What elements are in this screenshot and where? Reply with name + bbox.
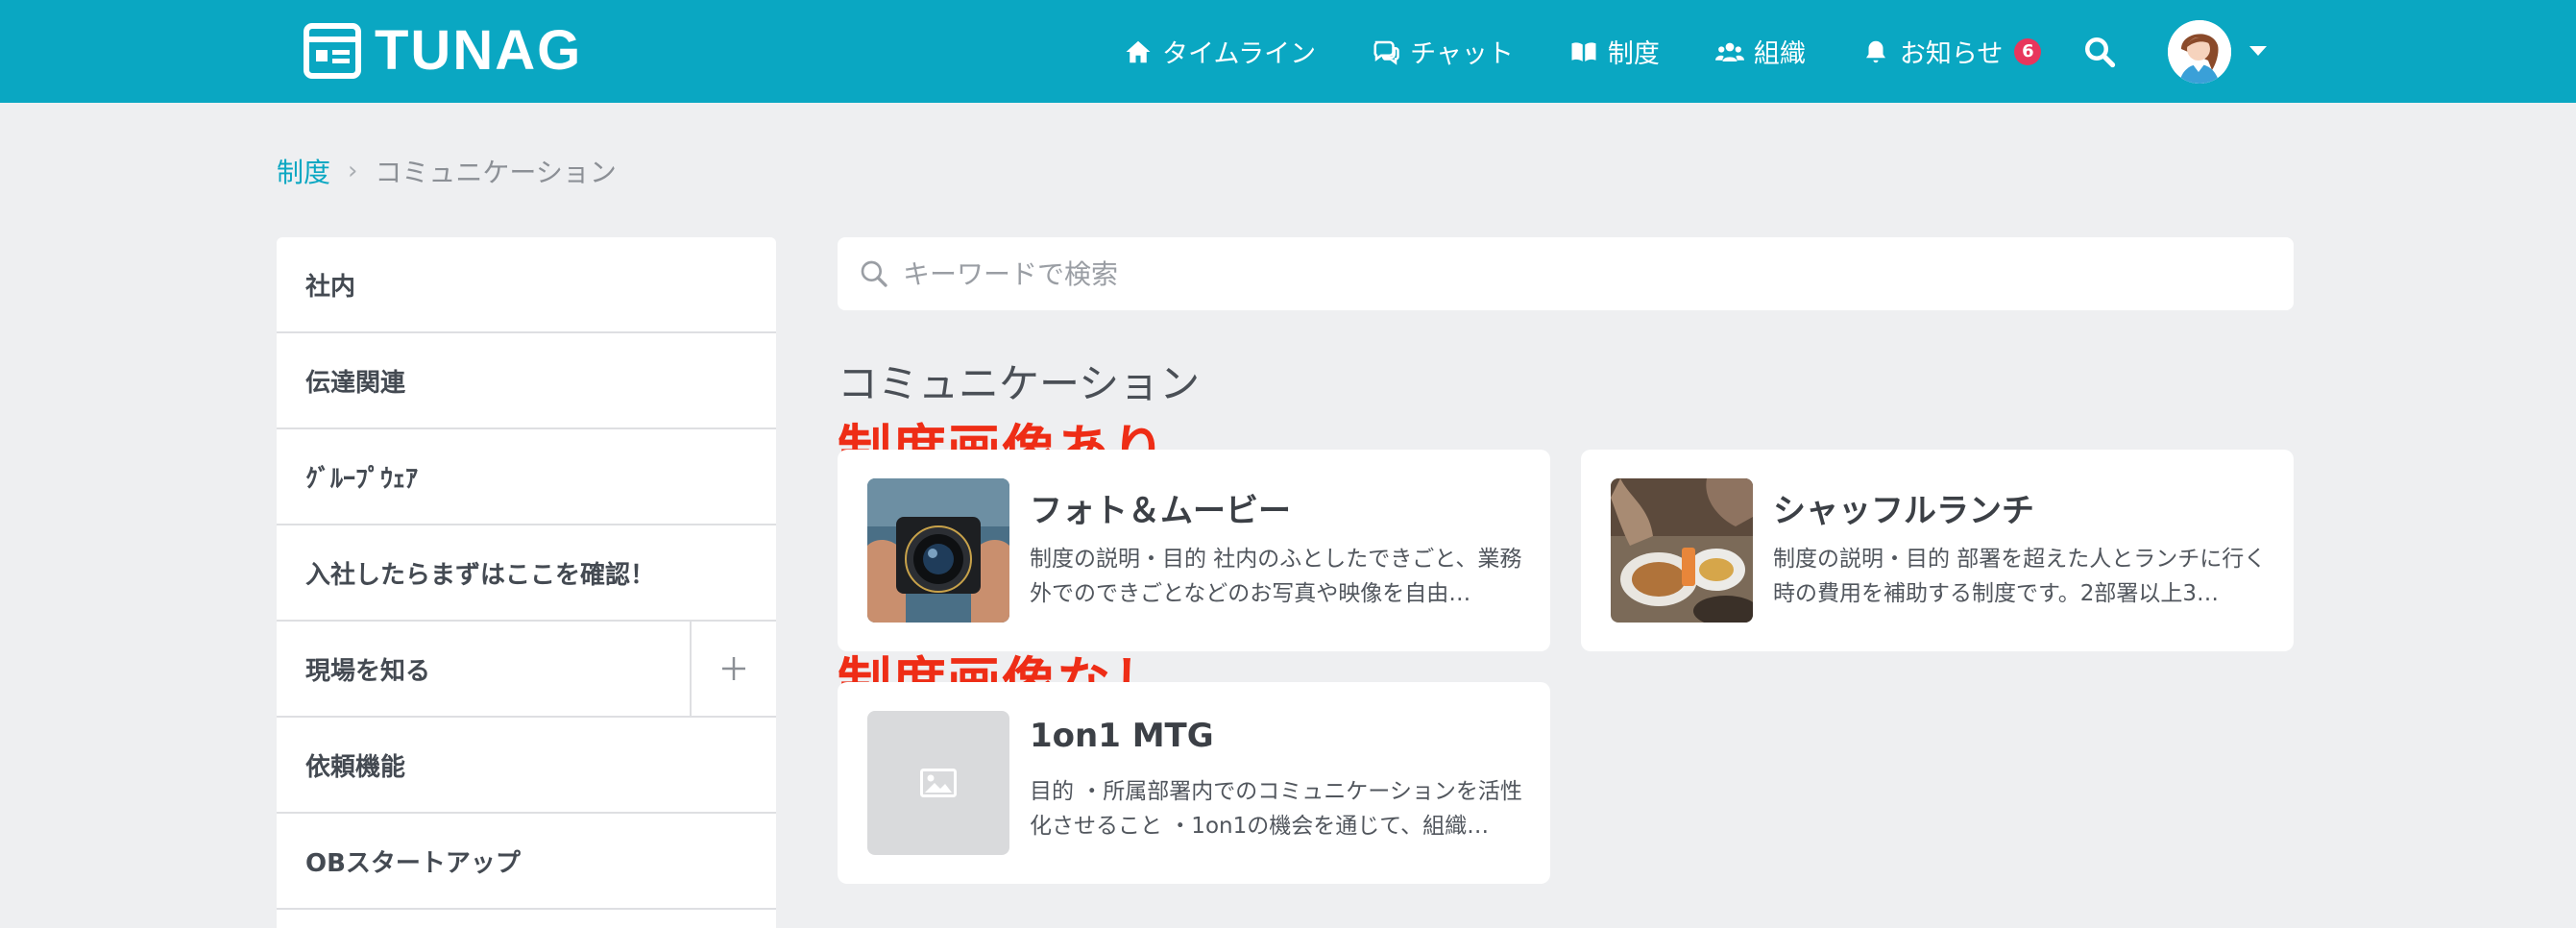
system-card[interactable]: シャッフルランチ 制度の説明・目的 部署を超えた人とランチに行く時の費用を補助す… bbox=[1581, 450, 2294, 651]
sidebar-item-company[interactable]: 社内 bbox=[277, 237, 776, 333]
breadcrumb-current: コミュニケーション bbox=[375, 157, 617, 188]
search-icon[interactable] bbox=[2082, 35, 2117, 69]
category-sidebar: 社内 伝達関連 ｸﾞﾙｰﾌﾟｳｪｱ 入社したらまずはここを確認！ 現場を知る 依… bbox=[277, 237, 776, 928]
sidebar-item-know-the-field[interactable]: 現場を知る bbox=[277, 622, 776, 718]
sidebar-item-label: 依頼機能 bbox=[305, 752, 406, 782]
sidebar-item-label: 現場を知る bbox=[305, 656, 431, 686]
nav-chat-label: チャット bbox=[1410, 39, 1514, 69]
card-title: シャッフルランチ bbox=[1773, 492, 2034, 530]
nav-timeline-label: タイムライン bbox=[1162, 39, 1317, 69]
sidebar-item-request[interactable]: 依頼機能 bbox=[277, 718, 776, 814]
logo-mark-icon bbox=[304, 23, 361, 79]
tunag-logo[interactable]: TUNAG bbox=[304, 21, 582, 81]
nav-notifications[interactable]: お知らせ 6 bbox=[1861, 33, 2042, 70]
nav-notifications-label: お知らせ bbox=[1899, 39, 2004, 69]
nav-organization-label: 組織 bbox=[1753, 39, 1806, 69]
breadcrumb: 制度 › コミュニケーション bbox=[277, 152, 617, 190]
breadcrumb-parent-link[interactable]: 制度 bbox=[277, 152, 330, 190]
users-icon bbox=[1714, 42, 1744, 61]
home-icon bbox=[1126, 40, 1151, 62]
chevron-down-icon[interactable] bbox=[2248, 44, 2269, 58]
logo-text: TUNAG bbox=[375, 19, 583, 82]
notification-badge: 6 bbox=[2014, 37, 2042, 65]
expand-button[interactable] bbox=[690, 622, 776, 716]
nav-system[interactable]: 制度 bbox=[1569, 33, 1660, 70]
chat-icon bbox=[1373, 40, 1399, 65]
sidebar-item-label: 伝達関連 bbox=[305, 368, 406, 398]
nav-timeline[interactable]: タイムライン bbox=[1124, 33, 1316, 70]
keyword-search bbox=[838, 237, 2294, 310]
sidebar-item-groupware[interactable]: ｸﾞﾙｰﾌﾟｳｪｱ bbox=[277, 429, 776, 525]
nav-organization[interactable]: 組織 bbox=[1714, 33, 1806, 70]
card-description: 目的 ・所属部署内でのコミュニケーションを活性化させること ・1on1の機会を通… bbox=[1030, 779, 1522, 839]
nav-chat[interactable]: チャット bbox=[1372, 33, 1514, 70]
sidebar-item-communication-related[interactable]: 伝達関連 bbox=[277, 333, 776, 429]
sidebar-item-label: 社内 bbox=[305, 272, 356, 302]
bell-icon bbox=[1865, 40, 1885, 62]
avatar-illustration-icon bbox=[2168, 20, 2231, 84]
main-nav: タイムライン チャット 制度 組織 お知らせ 6 bbox=[1124, 0, 2097, 103]
user-avatar[interactable] bbox=[2168, 20, 2231, 84]
card-thumbnail bbox=[1611, 478, 1753, 623]
chevron-right-icon: › bbox=[348, 157, 358, 185]
card-title: 1on1 MTG bbox=[1030, 717, 1214, 755]
sidebar-item-label: 入社したらまずはここを確認！ bbox=[305, 560, 656, 590]
sidebar-item-label: ｸﾞﾙｰﾌﾟｳｪｱ bbox=[305, 464, 419, 494]
system-card[interactable]: フォト＆ムービー 制度の説明・目的 社内のふとしたできごと、業務外でのできごとな… bbox=[838, 450, 1550, 651]
card-description: 制度の説明・目的 部署を超えた人とランチに行く時の費用を補助する制度です。2部署… bbox=[1773, 547, 2267, 606]
camera-photo-icon bbox=[867, 478, 1009, 623]
sidebar-item-label: OBスタートアップ bbox=[305, 848, 521, 878]
card-title: フォト＆ムービー bbox=[1030, 492, 1291, 530]
image-placeholder-icon bbox=[920, 769, 957, 797]
search-icon bbox=[861, 260, 887, 287]
lunch-photo-icon bbox=[1611, 478, 1753, 623]
plus-icon bbox=[722, 657, 745, 680]
top-header: TUNAG タイムライン チャット 制度 組織 お知らせ 6 bbox=[0, 0, 2576, 103]
card-thumbnail-placeholder bbox=[867, 711, 1009, 855]
card-thumbnail bbox=[867, 478, 1009, 623]
system-card[interactable]: 1on1 MTG 目的 ・所属部署内でのコミュニケーションを活性化させること ・… bbox=[838, 682, 1550, 884]
book-icon bbox=[1571, 41, 1596, 61]
search-input[interactable] bbox=[903, 253, 2267, 295]
sidebar-item-onboarding[interactable]: 入社したらまずはここを確認！ bbox=[277, 525, 776, 622]
card-description: 制度の説明・目的 社内のふとしたできごと、業務外でのできごとなどのお写真や映像を… bbox=[1030, 547, 1522, 606]
sidebar-item-ob-startup[interactable]: OBスタートアップ bbox=[277, 814, 776, 910]
section-title: コミュニケーション bbox=[838, 360, 1201, 407]
nav-system-label: 制度 bbox=[1607, 39, 1660, 69]
